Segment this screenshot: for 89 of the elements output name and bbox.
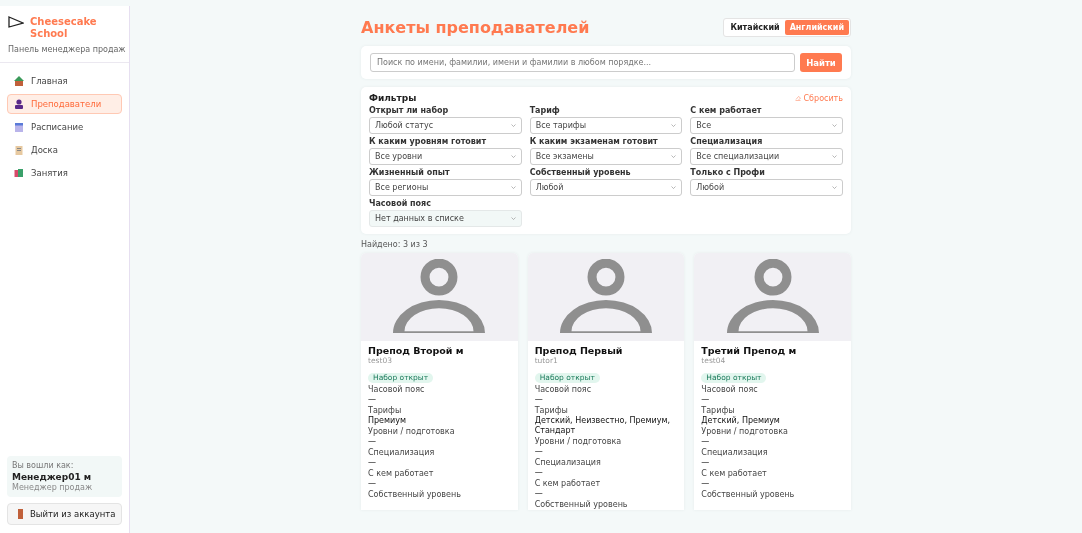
field-label: Уровни / подготовка — [534, 437, 623, 447]
filter-label: С кем работает — [690, 106, 763, 115]
avatar-silhouette-icon — [393, 259, 486, 333]
field-label: Часовой пояс — [534, 385, 593, 395]
filter-dropdown[interactable]: Все специализации — [690, 148, 843, 165]
books-icon — [14, 168, 24, 178]
field-label: Собственный уровень — [534, 500, 629, 510]
field-label: С кем работает — [534, 479, 602, 489]
chevron-down-icon — [510, 186, 516, 189]
field-value: Детский, Неизвестно, Премиум, Стандарт — [534, 416, 672, 436]
nav-item[interactable]: Доска — [7, 140, 122, 160]
field-label: С кем работает — [368, 469, 435, 479]
field-label: Тарифы — [534, 406, 569, 416]
calendar-icon — [14, 122, 24, 132]
field-value: — — [534, 395, 544, 405]
results-count: Найдено: 3 из 3 — [361, 240, 429, 249]
field-label: Уровни / подготовка — [368, 427, 456, 437]
filter-label: Тариф — [529, 106, 561, 115]
field-label: Уровни / подготовка — [701, 427, 789, 437]
logout-button[interactable]: Выйти из аккаунта — [7, 503, 122, 525]
filter-label: Жизненный опыт — [369, 168, 451, 177]
filter-dropdown[interactable]: Все регионы — [369, 179, 522, 196]
field-label: Собственный уровень — [368, 490, 462, 500]
chevron-down-icon — [671, 155, 677, 158]
field-value: — — [368, 437, 377, 447]
field-value: — — [534, 489, 544, 499]
filter-dropdown[interactable]: Все экзамены — [529, 148, 683, 165]
brand-name: Cheesecake School — [30, 16, 97, 40]
filter-label: Только с Профи — [690, 168, 766, 177]
filter-label: Специализация — [690, 137, 764, 146]
field-value: — — [701, 479, 711, 489]
field-value: — — [368, 458, 377, 468]
nav-item[interactable]: Занятия — [7, 163, 122, 183]
chevron-down-icon — [832, 186, 837, 189]
chevron-down-icon — [510, 124, 516, 127]
field-label: Тарифы — [368, 406, 403, 416]
field-label: Специализация — [701, 448, 769, 458]
search-field[interactable]: Поиск по имени, фамилии, имени и фамилии в любом порядке... — [370, 53, 795, 72]
teacher-name: Препод Первый — [534, 345, 624, 356]
field-value: — — [368, 479, 377, 489]
teacher-name: Препод Второй м — [368, 345, 465, 356]
chevron-down-icon — [832, 124, 837, 127]
person-icon — [14, 99, 24, 109]
filter-label: Собственный уровень — [529, 168, 632, 177]
page-title: Анкеты преподавателей — [361, 17, 590, 37]
field-value: Детский, Премиум — [701, 416, 781, 426]
field-value: — — [534, 447, 544, 457]
chevron-down-icon — [510, 155, 516, 158]
chevron-down-icon — [510, 217, 516, 220]
field-value: — — [701, 458, 711, 468]
filter-dropdown[interactable]: Любой статус — [369, 117, 522, 134]
account-role: Менеджер продаж — [12, 483, 94, 492]
house-icon — [14, 76, 24, 86]
field-label: С кем работает — [701, 469, 768, 479]
avatar-silhouette-icon — [560, 259, 652, 333]
field-label: Специализация — [534, 458, 602, 468]
filter-dropdown[interactable]: Все тарифы — [529, 117, 683, 134]
logo-icon — [8, 16, 24, 28]
avatar-silhouette-icon — [726, 259, 819, 333]
field-value: — — [701, 395, 711, 405]
eraser-icon — [794, 95, 801, 101]
account-caption: Вы вошли как: — [12, 461, 75, 470]
field-label: Специализация — [368, 448, 436, 458]
teacher-name: Третий Препод м — [701, 345, 798, 356]
clipboard-icon — [14, 145, 24, 155]
field-value: — — [368, 395, 377, 405]
chevron-down-icon — [671, 124, 677, 127]
filter-label: К каким экзаменам готовит — [529, 137, 659, 146]
chevron-down-icon — [832, 155, 837, 158]
account-name: Менеджер01 м — [12, 472, 93, 482]
filters-title: Фильтры — [369, 93, 417, 103]
filter-dropdown[interactable]: Все — [690, 117, 843, 134]
field-label: Часовой пояс — [701, 385, 759, 395]
filter-label: Часовой пояс — [369, 199, 432, 208]
field-label: Часовой пояс — [368, 385, 426, 395]
field-value: — — [534, 468, 544, 478]
field-label: Тарифы — [701, 406, 736, 416]
field-value: — — [701, 437, 711, 447]
filter-label: К каким уровням готовит — [369, 137, 488, 146]
nav-item[interactable]: Расписание — [7, 117, 122, 137]
filter-label: Открыт ли набор — [369, 106, 450, 115]
door-icon — [18, 509, 23, 519]
nav-item[interactable]: Главная — [7, 71, 122, 91]
field-label: Собственный уровень — [701, 490, 796, 500]
filter-dropdown[interactable]: Любой — [690, 179, 843, 196]
filter-dropdown[interactable]: Любой — [529, 179, 683, 196]
chevron-down-icon — [671, 186, 677, 189]
filter-dropdown[interactable]: Все уровни — [369, 148, 522, 165]
field-value: Премиум — [368, 416, 408, 426]
